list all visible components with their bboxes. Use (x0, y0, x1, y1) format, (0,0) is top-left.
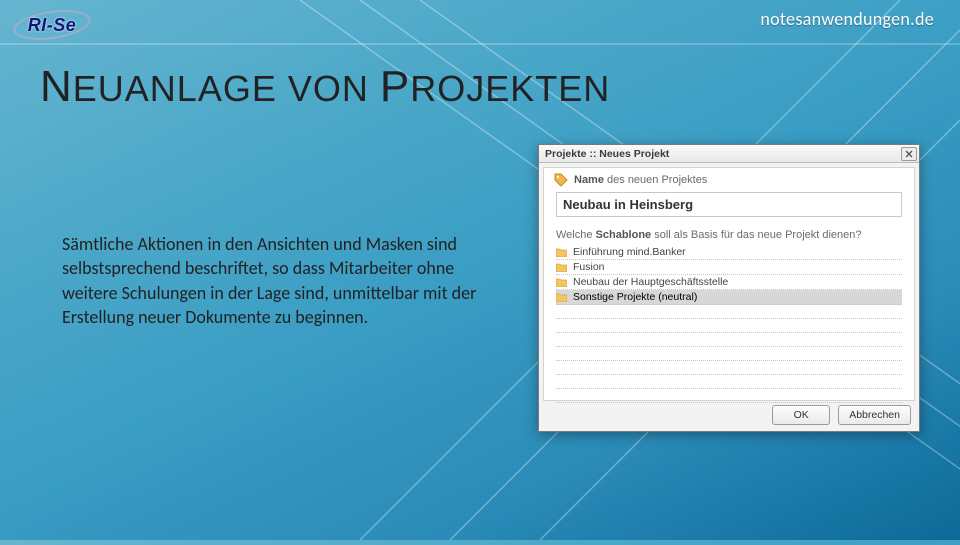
template-label: Einführung mind.Banker (573, 246, 686, 258)
dialog-titlebar: Projekte :: Neues Projekt (539, 145, 919, 163)
template-row[interactable]: Sonstige Projekte (neutral) (556, 290, 902, 305)
close-button[interactable] (901, 147, 917, 161)
project-name-field-wrap (556, 192, 902, 217)
header-url: notesanwendungen.de (760, 8, 934, 30)
template-row[interactable]: Fusion (556, 260, 902, 275)
list-empty-row (556, 361, 902, 375)
close-icon (905, 150, 913, 158)
list-empty-row (556, 389, 902, 403)
project-name-input[interactable] (556, 192, 902, 217)
list-empty-row (556, 375, 902, 389)
dialog-button-row: OK Abbrechen (772, 405, 911, 425)
page-title: NEUANLAGE VON PROJEKTEN (40, 62, 610, 112)
folder-icon (556, 293, 567, 302)
template-list: Einführung mind.Banker Fusion Neubau der… (544, 245, 914, 403)
list-empty-row (556, 305, 902, 319)
new-project-dialog: Projekte :: Neues Projekt Name des neuen… (538, 144, 920, 432)
template-row[interactable]: Einführung mind.Banker (556, 245, 902, 260)
template-label: Fusion (573, 261, 605, 273)
tag-icon (554, 173, 568, 187)
template-label: Neubau der Hauptgeschäftsstelle (573, 276, 728, 288)
ok-button[interactable]: OK (772, 405, 830, 425)
list-empty-row (556, 347, 902, 361)
name-label-row: Name des neuen Projektes (544, 168, 914, 190)
template-label: Sonstige Projekte (neutral) (573, 291, 697, 303)
template-row[interactable]: Neubau der Hauptgeschäftsstelle (556, 275, 902, 290)
folder-icon (556, 278, 567, 287)
template-question: Welche Schablone soll als Basis für das … (544, 229, 914, 245)
folder-icon (556, 263, 567, 272)
list-empty-row (556, 333, 902, 347)
list-empty-row (556, 319, 902, 333)
dialog-body: Name des neuen Projektes Welche Schablon… (543, 167, 915, 401)
folder-icon (556, 248, 567, 257)
logo: RI-Se (12, 6, 92, 44)
body-paragraph: Sämtliche Aktionen in den Ansichten und … (62, 232, 482, 329)
cancel-button[interactable]: Abbrechen (838, 405, 911, 425)
logo-text: RI-Se (28, 15, 77, 36)
dialog-title: Projekte :: Neues Projekt (545, 148, 669, 160)
